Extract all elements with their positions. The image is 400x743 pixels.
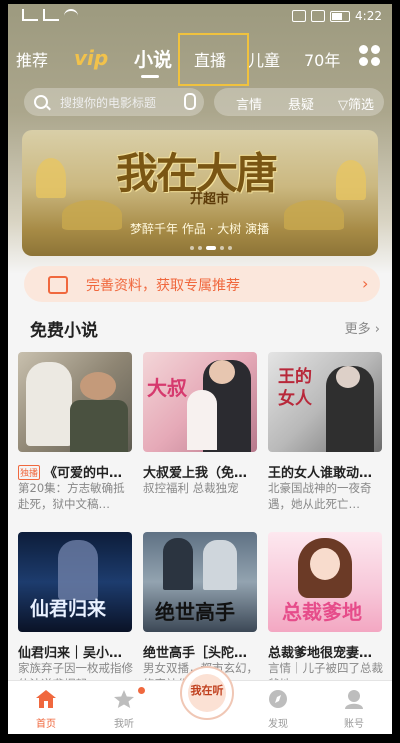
signal-icon-2 [43, 9, 59, 21]
more-link-label: 更多 [344, 322, 371, 337]
exclusive-badge: 独播 [18, 465, 41, 480]
tab-novel[interactable]: 小说 [134, 45, 172, 72]
search-row: 搜搜你的电影标题 言情 悬疑 ▽筛选 [24, 88, 384, 118]
microphone-icon[interactable] [184, 93, 196, 110]
tab-70years[interactable]: 70年 [304, 47, 340, 71]
nav-discover[interactable]: 发现 [248, 681, 308, 734]
book-description: 北豪国战神的一夜奇遇，她从此死亡… [268, 481, 372, 511]
featured-banner[interactable]: 我在大唐 开超市 梦醉千年 作品 · 大树 演播 [22, 130, 378, 256]
lantern-decoration-2 [336, 160, 366, 200]
now-playing-button[interactable]: 我在听 [180, 666, 234, 720]
book-title: 大叔爱上我（免… [143, 466, 248, 481]
section-title: 免费小说 [30, 321, 98, 341]
book-description: 第20集：方志敏确抵赴死，狱中文稿… [18, 481, 125, 511]
cover-title: 王的女人 [278, 367, 312, 409]
user-icon [343, 689, 365, 709]
status-bar: 4:22 [8, 4, 392, 30]
book-cover[interactable]: 王的女人 [268, 352, 382, 452]
now-playing-label: 我在听 [190, 684, 224, 697]
search-icon [34, 95, 48, 109]
lantern-decoration [36, 158, 66, 198]
nav-account[interactable]: 账号 [324, 681, 384, 734]
home-icon [35, 689, 57, 709]
nav-discover-label: 发现 [268, 719, 288, 730]
book-title: 仙君归来｜吴小… [18, 646, 123, 661]
book-title: 总裁爹地很宠妻… [268, 646, 373, 661]
banner-credit: 梦醉千年 作品 · 大树 演播 [130, 222, 270, 236]
edit-profile-icon [48, 276, 68, 294]
nav-listening-label: 我听 [114, 719, 134, 730]
app-screen: 4:22 推荐 vip 小说 直播 儿童 70年 搜搜你的电影标题 言情 悬疑 … [8, 4, 392, 734]
tab-recommend[interactable]: 推荐 [16, 47, 48, 71]
chevron-right-icon: › [362, 274, 369, 293]
banner-subtitle: 开超市 [190, 192, 230, 207]
vibrate-icon [311, 10, 326, 22]
book-cover[interactable]: 总裁爹地 [268, 532, 382, 632]
filter-suspense[interactable]: 悬疑 [288, 94, 314, 113]
cover-title: 绝世高手 [155, 600, 235, 624]
book-title: 绝世高手［头陀… [143, 646, 248, 661]
star-icon [113, 689, 135, 709]
more-link[interactable]: 更多 › [345, 318, 380, 337]
book-cover[interactable]: 仙君归来 [18, 532, 132, 632]
filter-pill: 言情 悬疑 ▽筛选 [214, 88, 384, 116]
book-cover[interactable]: 绝世高手 [143, 532, 257, 632]
tab-vip[interactable]: vip [74, 46, 108, 70]
wifi-icon [64, 9, 78, 21]
building-decoration [62, 200, 122, 230]
battery-icon [330, 10, 351, 22]
cover-title: 大叔 [147, 376, 187, 400]
book-cover[interactable]: 大叔 [143, 352, 257, 452]
free-novels-header: 免费小说 更多 › [24, 316, 384, 341]
cover-title: 仙君归来 [30, 598, 107, 620]
cover-title: 总裁爹地 [282, 600, 362, 624]
book-title: 王的女人谁敢动… [268, 466, 373, 481]
banner-pagination [190, 246, 232, 250]
book-title-text: 《可爱的中… [44, 466, 123, 481]
book-description: 叔控福利 总裁独宠 [143, 481, 239, 495]
nfc-icon [292, 10, 307, 22]
tab-highlight-frame [178, 33, 249, 86]
nav-account-label: 账号 [344, 719, 364, 730]
nav-listening[interactable]: 我听 [94, 681, 154, 734]
search-input[interactable]: 搜搜你的电影标题 [24, 88, 204, 116]
notification-dot [138, 687, 145, 694]
nav-home-label: 首页 [36, 719, 56, 730]
filter-romance[interactable]: 言情 [236, 94, 262, 113]
building-decoration-2 [284, 200, 344, 230]
active-tab-indicator [141, 75, 159, 78]
profile-tip-text: 完善资料，获取专属推荐 [86, 278, 240, 294]
compass-icon [267, 689, 289, 709]
search-placeholder: 搜搜你的电影标题 [60, 96, 157, 110]
filter-screen-label: 筛选 [348, 98, 375, 113]
status-time: 4:22 [355, 9, 382, 23]
tab-children[interactable]: 儿童 [248, 47, 280, 71]
filter-screen[interactable]: ▽筛选 [338, 94, 374, 113]
book-cover[interactable] [18, 352, 132, 452]
nav-home[interactable]: 首页 [16, 681, 76, 734]
signal-icon [22, 9, 38, 21]
book-title: 独播 《可爱的中… [18, 462, 134, 481]
complete-profile-banner[interactable]: 完善资料，获取专属推荐 › [24, 266, 380, 302]
grid-menu-icon[interactable] [359, 45, 383, 69]
